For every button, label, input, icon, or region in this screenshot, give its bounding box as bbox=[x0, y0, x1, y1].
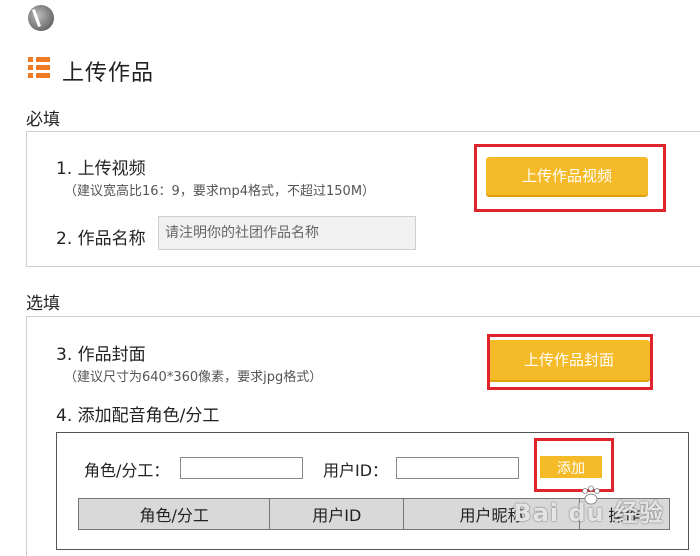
page-title: 上传作品 bbox=[62, 61, 155, 86]
upload-work-page: 上传作品 必填 1. 上传视频 （建议宽高比16：9，要求mp4格式，不超过15… bbox=[0, 0, 700, 556]
required-section-label: 必填 bbox=[26, 110, 60, 130]
userid-field-label: 用户ID： bbox=[323, 461, 389, 480]
roles-title: 4. 添加配音角色/分工 bbox=[56, 406, 220, 426]
user-avatar-icon[interactable] bbox=[28, 5, 54, 31]
upload-video-hint: （建议宽高比16：9，要求mp4格式，不超过150M） bbox=[64, 184, 376, 199]
upload-video-title: 1. 上传视频 bbox=[56, 159, 146, 179]
header-role: 角色/分工 bbox=[77, 498, 271, 530]
role-input[interactable] bbox=[180, 457, 303, 479]
list-icon bbox=[28, 57, 50, 79]
cover-title: 3. 作品封面 bbox=[56, 345, 146, 365]
cover-hint: （建议尺寸为640*360像素，要求jpg格式） bbox=[64, 370, 323, 385]
header-actions: 操作 bbox=[578, 498, 671, 530]
upload-cover-highlight bbox=[487, 334, 653, 390]
header-user-nickname: 用户昵称 bbox=[403, 498, 580, 530]
work-name-input[interactable] bbox=[158, 216, 416, 250]
work-name-title: 2. 作品名称 bbox=[56, 229, 146, 249]
optional-section-label: 选填 bbox=[26, 294, 60, 314]
add-button-highlight bbox=[534, 438, 614, 492]
userid-input[interactable] bbox=[396, 457, 519, 479]
roles-table: 角色/分工 用户ID 用户昵称 操作 bbox=[77, 498, 671, 530]
header-user-id: 用户ID bbox=[269, 498, 405, 530]
role-field-label: 角色/分工： bbox=[84, 461, 170, 480]
table-header-row: 角色/分工 用户ID 用户昵称 操作 bbox=[77, 498, 671, 530]
upload-video-highlight bbox=[474, 144, 666, 212]
